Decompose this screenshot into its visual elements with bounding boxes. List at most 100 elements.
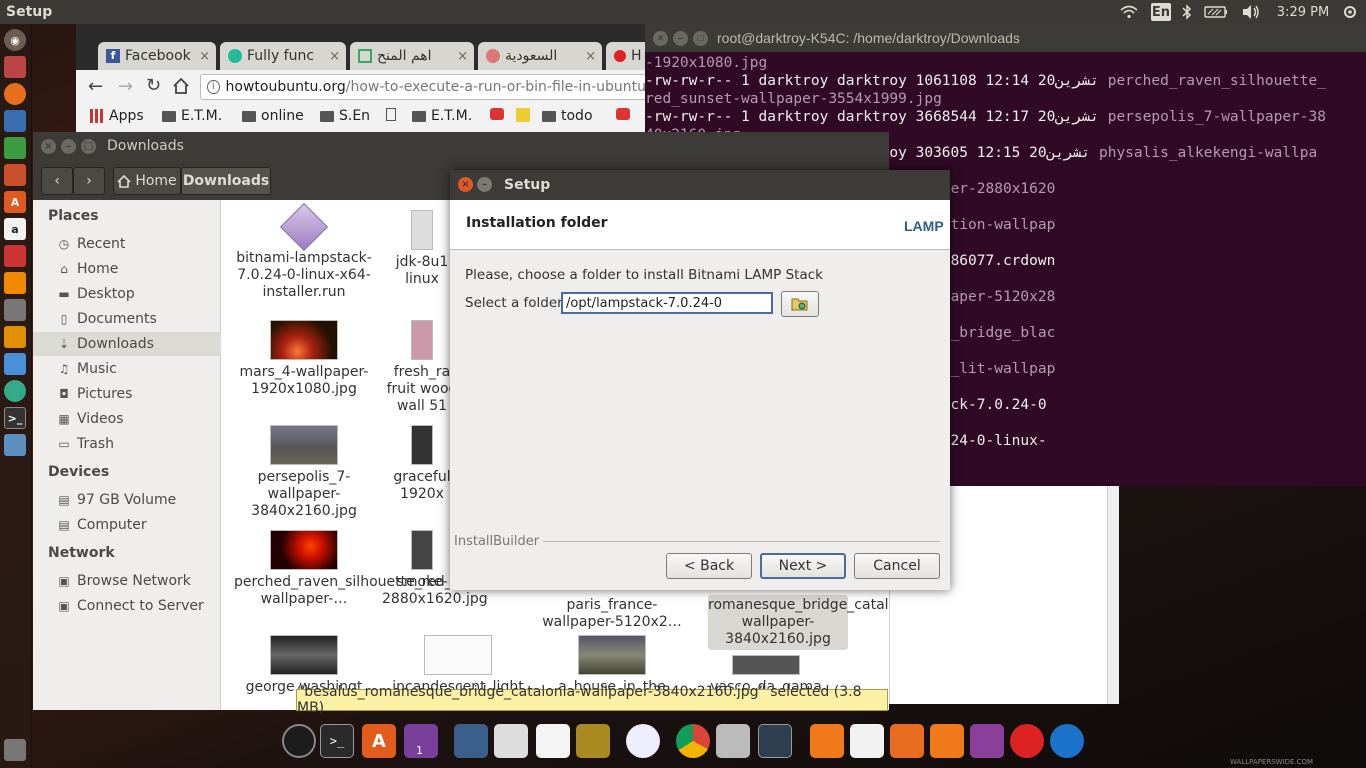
calc-icon[interactable] (4, 137, 26, 159)
bookmark-folder[interactable]: todo (542, 108, 593, 124)
bookmark-site[interactable] (516, 108, 530, 122)
breadcrumb-home[interactable]: Home (113, 167, 181, 195)
impress-icon[interactable] (4, 164, 26, 186)
sidebar-item-trash[interactable]: ▭ Trash (33, 432, 221, 456)
tab-saudi[interactable]: السعودية × (478, 42, 602, 70)
tab-fully[interactable]: Fully func × (220, 42, 346, 70)
close-icon[interactable]: × (329, 49, 340, 64)
battery-icon[interactable] (1203, 0, 1229, 24)
forward-icon[interactable]: → (118, 76, 133, 97)
amazon-icon[interactable]: a (4, 218, 26, 240)
accessibility-icon[interactable] (1050, 724, 1084, 758)
close-icon[interactable]: × (458, 177, 473, 192)
bookmark-apps[interactable]: Apps (90, 108, 144, 124)
file-item[interactable]: persepolis_7-wallpaper-3840x2160.jpg (234, 425, 374, 520)
ubuntu-icon[interactable] (4, 326, 26, 348)
scrollbar[interactable] (1107, 486, 1119, 704)
setup-app-icon[interactable] (4, 434, 26, 456)
sidebar-item-documents[interactable]: ▯ Documents (33, 307, 221, 331)
file-item-selected[interactable]: romanesque_bridge_catalonia-wallpaper-38… (708, 595, 889, 650)
downloads-folder-icon[interactable] (930, 724, 964, 758)
bookmark-site[interactable] (616, 108, 630, 120)
close-icon[interactable]: × (41, 139, 56, 154)
sidebar-item-desktop[interactable]: ▬ Desktop (33, 282, 221, 306)
wifi-icon[interactable] (1118, 0, 1140, 24)
calculator-icon[interactable] (494, 724, 528, 758)
folder-input[interactable] (561, 292, 773, 314)
minimize-icon[interactable]: – (477, 177, 492, 192)
keyboard-indicator[interactable]: En (1151, 3, 1171, 21)
power-gear-icon[interactable] (1340, 0, 1360, 24)
image-viewer-icon[interactable] (454, 724, 488, 758)
vlc-icon[interactable] (4, 272, 26, 294)
volume-icon[interactable] (1240, 0, 1262, 24)
sidebar-item-browse-network[interactable]: ▣ Browse Network (33, 569, 221, 593)
maximize-icon[interactable]: □ (81, 139, 96, 154)
close-icon[interactable]: × (585, 49, 596, 64)
dash-icon[interactable]: ◉ (4, 29, 26, 51)
bookmark-page[interactable] (386, 108, 396, 121)
file-item[interactable]: bitnami-lampstack-7.0.24-0-linux-x64-ins… (234, 202, 374, 301)
files-icon[interactable] (716, 724, 750, 758)
clock[interactable]: 3:29 PM (1275, 0, 1331, 24)
minimize-icon[interactable]: – (61, 139, 76, 154)
file-item[interactable]: perched_raven_silhouette_red_sunset-wall… (234, 530, 503, 608)
close-icon[interactable]: × (653, 31, 668, 46)
app-icon[interactable] (4, 299, 26, 321)
maximize-icon[interactable]: □ (693, 31, 708, 46)
sidebar-item-home[interactable]: ⌂ Home (33, 257, 221, 281)
software-center-icon[interactable]: A (362, 724, 396, 758)
bookmark-folder[interactable]: S.En (320, 108, 370, 124)
file-item[interactable]: paris_france-wallpaper-5120x2… (542, 597, 682, 631)
recent-folder-icon[interactable] (890, 724, 924, 758)
box-icon[interactable] (4, 353, 26, 375)
workspace-icon[interactable]: 1 (404, 724, 438, 758)
sidebar-item-downloads[interactable]: ⇣ Downloads (33, 332, 221, 356)
firefox-icon[interactable] (4, 83, 26, 105)
tab-active[interactable]: H (606, 42, 646, 70)
sidebar-item-videos[interactable]: ▦ Videos (33, 407, 221, 431)
ubuntu-dash-icon[interactable] (282, 724, 316, 758)
bookmark-folder[interactable]: online (242, 108, 304, 124)
home-folder-icon[interactable] (810, 724, 844, 758)
reload-icon[interactable]: ↻ (146, 75, 161, 96)
settings-icon[interactable] (4, 245, 26, 267)
writer-icon[interactable] (536, 724, 570, 758)
minimize-icon[interactable]: – (673, 31, 688, 46)
trash-icon[interactable] (4, 739, 26, 761)
photo-icon[interactable] (576, 724, 610, 758)
sidebar-item-connect-server[interactable]: ▣ Connect to Server (33, 594, 221, 618)
close-icon[interactable]: × (199, 49, 210, 64)
terminal-icon[interactable]: >_ (4, 407, 26, 429)
video-icon[interactable] (970, 724, 1004, 758)
back-icon[interactable]: ← (88, 76, 103, 97)
writer-icon[interactable] (4, 110, 26, 132)
forward-button[interactable]: › (73, 167, 105, 195)
info-icon[interactable]: i (207, 80, 220, 94)
bookmark-site[interactable] (490, 108, 504, 120)
browse-folder-button[interactable] (781, 291, 819, 317)
home-icon[interactable] (172, 77, 190, 99)
sidebar-item-computer[interactable]: ▤ Computer (33, 513, 221, 537)
sidebar-item-music[interactable]: ♫ Music (33, 357, 221, 381)
close-icon[interactable]: × (457, 49, 468, 64)
documents-icon[interactable] (850, 724, 884, 758)
sidebar-item-volume[interactable]: ▤ 97 GB Volume (33, 488, 221, 512)
tab-facebook[interactable]: f Facebook × (98, 42, 216, 70)
power-icon[interactable] (1010, 724, 1044, 758)
chrome-icon[interactable] (676, 724, 710, 758)
chat-icon[interactable] (626, 724, 660, 758)
bluetooth-icon[interactable] (1180, 0, 1194, 24)
file-item[interactable]: mars_4-wallpaper-1920x1080.jpg (234, 320, 374, 398)
sidebar-item-pictures[interactable]: ◘ Pictures (33, 382, 221, 406)
software-center-icon[interactable]: A (4, 191, 26, 213)
cancel-button[interactable]: Cancel (854, 553, 940, 579)
chrome-icon[interactable] (4, 380, 26, 402)
terminal-icon[interactable]: >_ (320, 724, 354, 758)
next-button[interactable]: Next > (760, 553, 846, 579)
bookmark-folder[interactable]: E.T.M. (412, 108, 472, 124)
sidebar-item-recent[interactable]: ◷ Recent (33, 232, 221, 256)
back-button[interactable]: < Back (666, 553, 752, 579)
tab-grants[interactable]: اهم المنح × (350, 42, 474, 70)
breadcrumb-downloads[interactable]: Downloads (181, 167, 271, 195)
